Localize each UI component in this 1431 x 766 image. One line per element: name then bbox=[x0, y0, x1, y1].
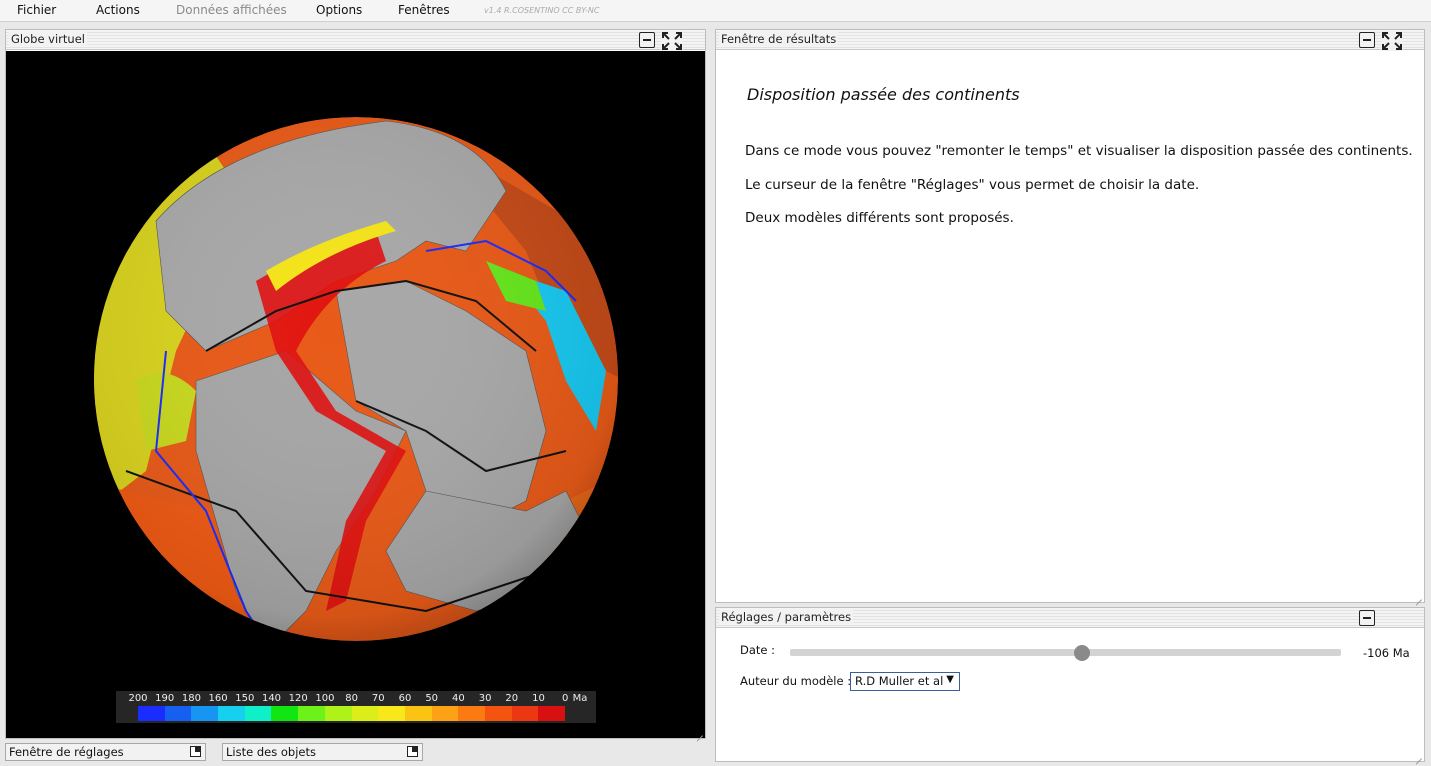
legend-swatch bbox=[244, 706, 272, 721]
minimized-window-reglages[interactable]: Fenêtre de réglages bbox=[5, 743, 206, 761]
results-paragraph: Le curseur de la fenêtre "Réglages" vous… bbox=[745, 177, 1200, 193]
model-label: Auteur du modèle : bbox=[740, 674, 852, 688]
globe-panel-title: Globe virtuel bbox=[9, 32, 87, 46]
legend-tick-label: 200 bbox=[128, 693, 148, 704]
legend-unit: Ma bbox=[572, 693, 588, 704]
legend-tick-label: 70 bbox=[371, 693, 385, 704]
legend-swatch bbox=[378, 706, 405, 721]
legend-tick-label: 120 bbox=[288, 693, 308, 704]
legend-tick-label: 160 bbox=[208, 693, 228, 704]
minimized-window-label: Fenêtre de réglages bbox=[9, 745, 124, 759]
legend-tick-label: 190 bbox=[155, 693, 175, 704]
legend-tick-label: 20 bbox=[505, 693, 519, 704]
legend-tick-label: 30 bbox=[478, 693, 492, 704]
expand-icon[interactable] bbox=[1381, 31, 1403, 51]
menu-fenetres[interactable]: Fenêtres bbox=[398, 3, 450, 17]
restore-icon[interactable] bbox=[190, 746, 201, 757]
globe-viewport[interactable]: 200 190 180 160 150 140 120 100 80 70 60 50 40 30 20 10… bbox=[6, 51, 705, 738]
menu-fichier[interactable]: Fichier bbox=[17, 3, 56, 17]
resize-grip[interactable] bbox=[1414, 592, 1422, 600]
legend-tick-label: 80 bbox=[345, 693, 358, 704]
legend-swatch bbox=[404, 706, 432, 721]
date-slider-track[interactable] bbox=[790, 649, 1341, 656]
restore-icon[interactable] bbox=[407, 746, 418, 757]
legend-tick-label: 100 bbox=[315, 693, 335, 704]
expand-icon[interactable] bbox=[661, 31, 683, 51]
model-selected-value: R.D Muller et al bbox=[855, 674, 944, 688]
legend-tick-label: 150 bbox=[235, 693, 255, 704]
legend-tick-label: 180 bbox=[181, 693, 201, 704]
age-legend: 200 190 180 160 150 140 120 100 80 70 60 50 40 30 20 10… bbox=[116, 691, 596, 723]
version-label: v1.4 R.COSENTINO CC BY-NC bbox=[484, 6, 600, 15]
resize-grip[interactable] bbox=[695, 728, 703, 736]
settings-panel: Réglages / paramètres Date : -106 Ma Aut… bbox=[715, 607, 1425, 762]
model-select[interactable]: R.D Muller et al ▼ bbox=[850, 672, 960, 691]
minimize-icon[interactable] bbox=[1359, 610, 1375, 626]
legend-tick-label: 60 bbox=[398, 693, 412, 704]
results-panel: Fenêtre de résultats Disposition passée … bbox=[715, 29, 1425, 603]
resize-grip[interactable] bbox=[1414, 751, 1422, 759]
legend-swatch bbox=[538, 706, 565, 721]
results-panel-title: Fenêtre de résultats bbox=[719, 32, 839, 46]
legend-swatch bbox=[271, 706, 299, 721]
globe-panel: Globe virtuel 200 190 180 160 150 140 12… bbox=[5, 29, 706, 739]
results-paragraph: Dans ce mode vous pouvez "remonter le te… bbox=[745, 143, 1413, 159]
menu-options[interactable]: Options bbox=[316, 3, 362, 17]
minimize-icon[interactable] bbox=[1359, 32, 1375, 48]
minimize-icon[interactable] bbox=[639, 32, 655, 48]
date-label: Date : bbox=[740, 643, 776, 657]
legend-swatch bbox=[458, 706, 485, 721]
dropdown-arrow-icon: ▼ bbox=[946, 674, 954, 685]
legend-swatch bbox=[351, 706, 379, 721]
legend-tick-label: 0 bbox=[562, 693, 569, 704]
legend-swatch bbox=[218, 706, 245, 721]
legend-tick-label: 50 bbox=[425, 693, 439, 704]
legend-swatch bbox=[511, 706, 539, 721]
date-value: -106 Ma bbox=[1363, 646, 1410, 660]
legend-swatch bbox=[324, 706, 352, 721]
menu-donnees-affichees[interactable]: Données affichées bbox=[176, 3, 287, 17]
legend-swatch bbox=[164, 706, 192, 721]
results-heading: Disposition passée des continents bbox=[747, 85, 1020, 104]
legend-tick-label: 10 bbox=[532, 693, 545, 704]
virtual-globe[interactable] bbox=[6, 51, 705, 739]
legend-labels: 200 190 180 160 150 140 120 100 80 70 60 50 40 30 20 10… bbox=[116, 693, 596, 705]
legend-tick-label: 40 bbox=[452, 693, 465, 704]
results-content: Disposition passée des continents Dans c… bbox=[716, 51, 1424, 602]
settings-panel-title: Réglages / paramètres bbox=[719, 610, 854, 624]
legend-swatch bbox=[191, 706, 219, 721]
menu-actions[interactable]: Actions bbox=[96, 3, 140, 17]
settings-panel-titlebar[interactable]: Réglages / paramètres bbox=[716, 608, 1424, 628]
menu-bar: Fichier Actions Données affichées Option… bbox=[0, 0, 1431, 22]
legend-swatch bbox=[298, 706, 325, 721]
legend-swatch bbox=[484, 706, 512, 721]
legend-tick-label: 140 bbox=[261, 693, 282, 704]
minimized-window-label: Liste des objets bbox=[226, 745, 316, 759]
results-panel-titlebar[interactable]: Fenêtre de résultats bbox=[716, 30, 1424, 51]
legend-swatches bbox=[138, 706, 565, 721]
legend-swatch bbox=[431, 706, 459, 721]
legend-swatch bbox=[138, 706, 165, 721]
globe-panel-titlebar[interactable]: Globe virtuel bbox=[6, 30, 705, 51]
results-paragraph: Deux modèles différents sont proposés. bbox=[745, 210, 1014, 226]
minimized-window-objets[interactable]: Liste des objets bbox=[222, 743, 423, 761]
date-slider-thumb[interactable] bbox=[1074, 645, 1091, 661]
